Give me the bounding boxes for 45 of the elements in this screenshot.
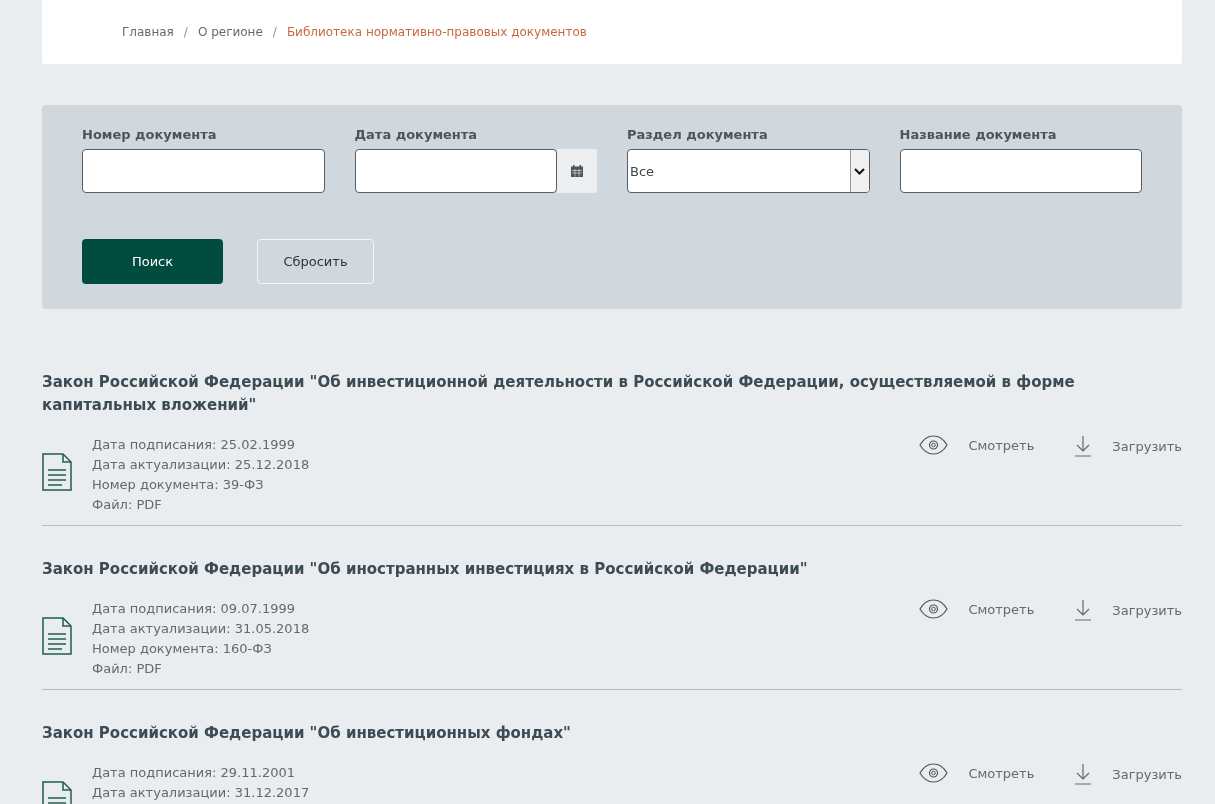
document-title[interactable]: Закон Российской Федерации "Об инвестиционной деятельности в Российской Федерации, осуществляемой в форме капитальных вложений" xyxy=(42,371,1182,417)
field-label: Номер документа xyxy=(82,127,218,144)
document-meta: Файл: PDF xyxy=(92,660,163,678)
document-title[interactable]: Закон Российской Федерации "Об иностранных инвестициях в Российской Федерации" xyxy=(42,558,1182,581)
document-meta: Дата подписания: 09.07.1999 xyxy=(92,600,296,618)
download-link[interactable]: Загрузить xyxy=(1074,763,1182,785)
date-field[interactable] xyxy=(354,149,557,193)
eye-icon xyxy=(919,599,949,619)
document-meta: Дата подписания: 29.11.2001 xyxy=(92,764,296,782)
eye-icon xyxy=(919,435,949,455)
document-meta: Номер документа: 39-ФЗ xyxy=(92,476,265,494)
input-field[interactable] xyxy=(82,149,325,193)
document-meta: Дата актуализации: 31.05.2018 xyxy=(92,620,311,638)
field-label: Раздел документа xyxy=(627,127,769,144)
breadcrumb-link[interactable]: Библиотека нормативно-правовых документов xyxy=(286,25,587,39)
select-dropdown[interactable]: Все xyxy=(627,149,870,193)
breadcrumb-link[interactable]: Главная xyxy=(122,25,174,39)
view-link[interactable]: Смотреть xyxy=(919,435,1035,455)
calendar-button[interactable] xyxy=(557,149,597,193)
input-field[interactable] xyxy=(899,149,1142,193)
breadcrumb-link[interactable]: О регионе xyxy=(197,25,263,39)
download-link[interactable]: Загрузить xyxy=(1074,435,1182,457)
eye-icon xyxy=(919,763,949,783)
field-label: Дата документа xyxy=(354,127,479,144)
download-icon xyxy=(1074,435,1093,457)
breadcrumb-separator: / xyxy=(183,25,188,39)
calendar-icon xyxy=(571,165,583,177)
document-meta: Файл: PDF xyxy=(92,496,163,514)
search-button[interactable]: Поиск xyxy=(82,239,223,284)
download-icon xyxy=(1074,599,1093,621)
document-icon xyxy=(42,617,72,655)
field-label: Название документа xyxy=(899,127,1058,144)
breadcrumb-separator: / xyxy=(272,25,277,39)
document-meta: Номер документа: 160-ФЗ xyxy=(92,640,273,658)
document-meta: Дата актуализации: 31.12.2017 xyxy=(92,784,311,802)
document-meta: Дата актуализации: 25.12.2018 xyxy=(92,456,311,474)
document-icon xyxy=(42,453,72,491)
chevron-down-icon xyxy=(854,167,865,175)
download-icon xyxy=(1074,763,1093,785)
document-meta: Дата подписания: 25.02.1999 xyxy=(92,436,296,454)
document-title[interactable]: Закон Российской Федерации "Об инвестиционных фондах" xyxy=(42,722,1182,745)
reset-button[interactable]: Сбросить xyxy=(257,239,374,284)
view-link[interactable]: Смотреть xyxy=(919,599,1035,619)
view-link[interactable]: Смотреть xyxy=(919,763,1035,783)
download-link[interactable]: Загрузить xyxy=(1074,599,1182,621)
